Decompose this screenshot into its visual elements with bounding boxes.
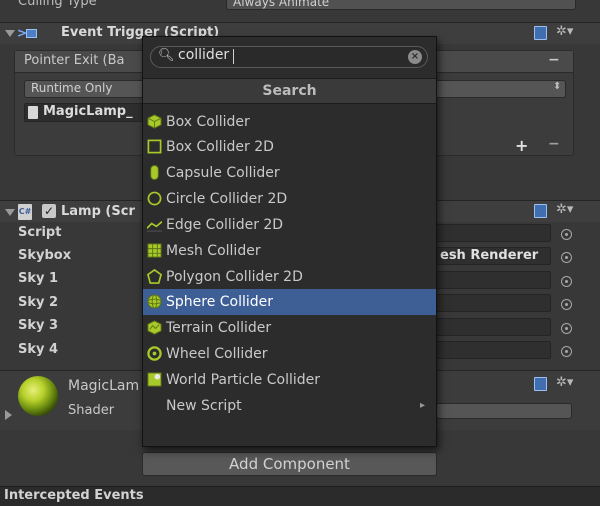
world-particle-collider-icon <box>147 372 162 387</box>
object-picker-icon[interactable] <box>561 299 572 310</box>
skybox-field-value: esh Renderer <box>440 248 539 263</box>
polygon-collider-2d-icon <box>147 269 162 284</box>
search-icon: 🔍︎ <box>158 48 175 63</box>
terrain-collider-icon <box>147 320 162 335</box>
object-picker-icon[interactable] <box>561 252 572 263</box>
event-trigger-icon <box>26 29 37 38</box>
result-label: Edge Collider 2D <box>166 217 284 233</box>
foldout-arrow-icon[interactable] <box>5 209 15 216</box>
clear-search-icon[interactable]: × <box>408 50 422 64</box>
property-label-sky-2: Sky 2 <box>18 295 59 310</box>
search-header: Search <box>143 78 436 104</box>
culling-type-dropdown[interactable]: Always Animate <box>226 0 576 10</box>
document-icon <box>28 106 38 119</box>
dropdown-arrows-icon: ⬍ <box>553 81 562 92</box>
result-label: Mesh Collider <box>166 243 261 259</box>
event-type-label: Pointer Exit (Ba <box>24 53 125 68</box>
wheel-collider-icon <box>147 346 162 361</box>
gear-icon[interactable]: ✲▾ <box>556 25 573 39</box>
shader-dropdown[interactable] <box>436 403 572 419</box>
result-label: Box Collider 2D <box>166 139 274 155</box>
property-label-sky-4: Sky 4 <box>18 342 59 357</box>
result-label: Sphere Collider <box>166 294 274 310</box>
add-component-button[interactable]: Add Component <box>142 452 437 476</box>
material-name: MagicLam <box>68 378 140 394</box>
capsule-collider-icon <box>150 165 159 180</box>
culling-type-label: Culling Type <box>18 0 97 9</box>
property-label-sky-1: Sky 1 <box>18 271 59 286</box>
gear-icon[interactable]: ✲▾ <box>556 203 573 217</box>
result-label: World Particle Collider <box>166 372 321 388</box>
result-label: Capsule Collider <box>166 165 280 181</box>
property-field-sky-1[interactable] <box>436 271 551 289</box>
property-field-sky-2[interactable] <box>436 294 551 312</box>
edge-collider-2d-icon <box>147 221 162 232</box>
result-label: Box Collider <box>166 114 250 130</box>
sphere-collider-icon <box>147 294 162 309</box>
search-input-text[interactable]: collider <box>178 47 229 63</box>
gear-icon[interactable]: ✲▾ <box>556 376 573 390</box>
lamp-script-title: Lamp (Scr <box>61 204 135 219</box>
enabled-checkbox[interactable]: ✓ <box>42 204 56 218</box>
property-field-sky-3[interactable] <box>436 318 551 336</box>
object-picker-icon[interactable] <box>561 323 572 334</box>
result-label: Terrain Collider <box>166 320 272 336</box>
property-field-script[interactable] <box>436 224 551 242</box>
result-label: Wheel Collider <box>166 346 268 362</box>
object-picker-icon[interactable] <box>561 346 572 357</box>
circle-collider-2d-icon <box>147 191 162 206</box>
foldout-arrow-icon[interactable] <box>5 30 15 37</box>
runtime-dropdown-label: Runtime Only <box>31 81 113 95</box>
shader-label: Shader <box>68 403 115 418</box>
help-book-icon[interactable] <box>534 204 547 218</box>
remove-event-button[interactable]: − <box>548 52 560 68</box>
submenu-arrow-icon: ▸ <box>420 400 426 411</box>
property-label-sky-3: Sky 3 <box>18 318 59 333</box>
property-label-skybox: Skybox <box>18 248 72 263</box>
object-picker-icon[interactable] <box>561 229 572 240</box>
help-book-icon[interactable] <box>534 26 547 40</box>
text-caret <box>233 49 234 64</box>
result-label: Polygon Collider 2D <box>166 269 303 285</box>
box-collider-2d-icon <box>147 139 162 154</box>
material-preview-sphere <box>18 376 58 416</box>
intercepted-events-label: Intercepted Events <box>4 488 144 503</box>
add-listener-button[interactable]: + <box>515 136 528 155</box>
help-book-icon[interactable] <box>534 377 547 391</box>
property-field-sky-4[interactable] <box>436 341 551 359</box>
property-label-script: Script <box>18 225 62 240</box>
csharp-script-icon: C# <box>18 204 32 220</box>
result-label: New Script <box>166 398 242 414</box>
box-collider-icon <box>147 114 162 129</box>
foldout-arrow-icon[interactable] <box>5 410 12 420</box>
mesh-collider-icon <box>147 243 162 258</box>
remove-listener-button[interactable]: − <box>548 136 560 152</box>
object-picker-icon[interactable] <box>561 276 572 287</box>
result-label: Circle Collider 2D <box>166 191 288 207</box>
target-object-label: MagicLamp_ <box>43 104 133 119</box>
